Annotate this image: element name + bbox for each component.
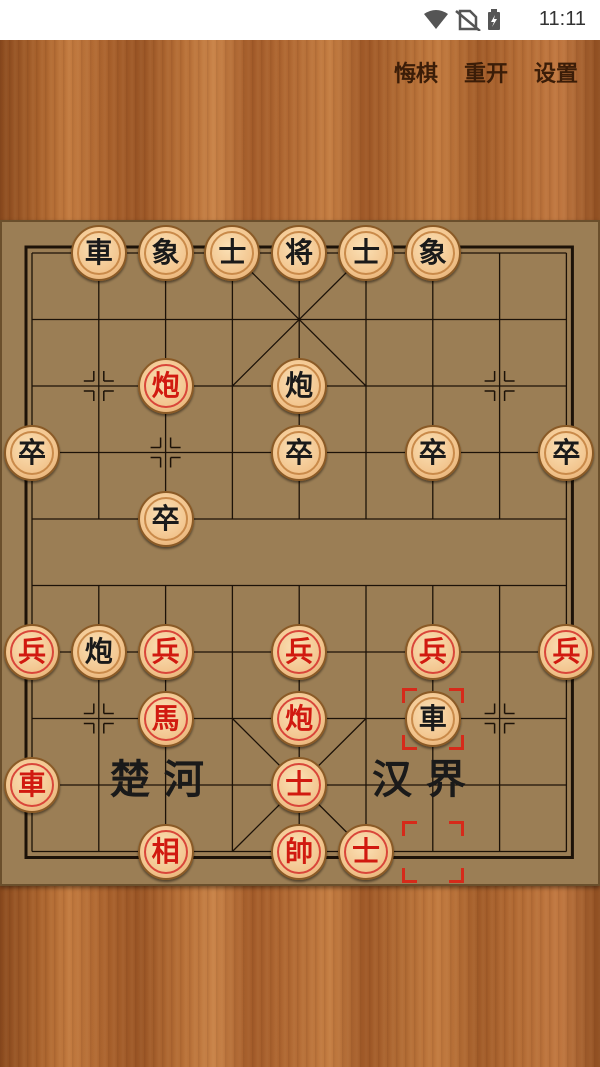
piece-label: 兵 — [285, 635, 314, 668]
piece-label: 象 — [151, 236, 180, 269]
red-piece[interactable]: 炮 — [271, 690, 328, 747]
red-piece[interactable]: 帥 — [271, 823, 328, 880]
settings-button[interactable]: 设置 — [534, 56, 578, 88]
piece-label: 帥 — [285, 834, 314, 868]
piece-label: 卒 — [151, 502, 180, 535]
piece-label: 相 — [151, 834, 180, 868]
red-piece[interactable]: 兵 — [4, 624, 60, 680]
piece-label: 象 — [418, 236, 447, 269]
no-sim-icon — [455, 9, 481, 32]
red-piece[interactable]: 士 — [338, 823, 394, 880]
red-piece[interactable]: 兵 — [271, 624, 328, 680]
status-icons — [422, 9, 512, 35]
piece-label: 卒 — [285, 435, 314, 469]
black-piece[interactable]: 卒 — [404, 424, 461, 481]
black-piece[interactable]: 車 — [70, 225, 127, 281]
piece-label: 士 — [218, 236, 247, 269]
piece-label: 士 — [351, 834, 380, 868]
piece-label: 兵 — [17, 635, 46, 668]
undo-button[interactable]: 悔棋 — [394, 56, 438, 88]
black-piece[interactable]: 士 — [204, 225, 261, 281]
chess-board[interactable]: 楚 河 汉 界 車象士将士象炮炮卒卒卒卒卒兵炮兵兵兵兵馬炮車車士相帥士 — [0, 220, 600, 886]
red-piece[interactable]: 兵 — [137, 624, 194, 680]
red-piece[interactable]: 炮 — [137, 358, 194, 414]
top-menu: 悔棋 重开 设置 — [394, 56, 578, 88]
last-move-from-marker — [401, 820, 464, 883]
piece-label: 卒 — [17, 435, 46, 469]
black-piece[interactable]: 炮 — [271, 358, 328, 414]
last-move-to-marker — [401, 687, 464, 750]
status-time: 11:11 — [538, 8, 586, 30]
red-piece[interactable]: 車 — [4, 757, 60, 813]
river-label-han-jie: 汉 界 — [372, 756, 466, 803]
black-piece[interactable]: 象 — [404, 225, 461, 281]
red-piece[interactable]: 士 — [271, 757, 328, 813]
red-piece[interactable]: 兵 — [538, 624, 595, 680]
piece-label: 炮 — [285, 369, 314, 402]
status-bar: 11:11 — [0, 0, 600, 40]
black-piece[interactable]: 卒 — [538, 424, 595, 481]
piece-label: 卒 — [418, 435, 447, 469]
piece-label: 将 — [285, 236, 314, 269]
piece-label: 卒 — [552, 435, 581, 469]
black-piece[interactable]: 卒 — [4, 424, 60, 481]
wifi-icon — [424, 10, 448, 29]
piece-label: 士 — [351, 236, 380, 269]
black-piece[interactable]: 卒 — [271, 424, 328, 481]
black-piece[interactable]: 士 — [338, 225, 394, 281]
piece-label: 士 — [285, 768, 314, 801]
restart-button[interactable]: 重开 — [464, 56, 508, 88]
piece-label: 炮 — [151, 369, 180, 402]
piece-label: 兵 — [552, 635, 581, 668]
red-piece[interactable]: 相 — [137, 823, 194, 880]
piece-label: 兵 — [151, 635, 180, 668]
black-piece[interactable]: 象 — [137, 225, 194, 281]
red-piece[interactable]: 兵 — [404, 624, 461, 680]
black-piece[interactable]: 炮 — [70, 624, 127, 680]
black-piece[interactable]: 将 — [271, 225, 328, 281]
piece-label: 馬 — [151, 701, 180, 735]
wood-background-bottom — [0, 886, 600, 1067]
red-piece[interactable]: 馬 — [137, 690, 194, 747]
piece-label: 炮 — [84, 635, 113, 668]
piece-label: 兵 — [418, 635, 447, 668]
piece-label: 炮 — [285, 701, 314, 735]
battery-charging-icon — [488, 9, 500, 30]
piece-label: 車 — [17, 768, 46, 801]
river-label-chu-he: 楚 河 — [110, 756, 204, 803]
black-piece[interactable]: 卒 — [137, 491, 194, 547]
piece-label: 車 — [84, 236, 113, 269]
